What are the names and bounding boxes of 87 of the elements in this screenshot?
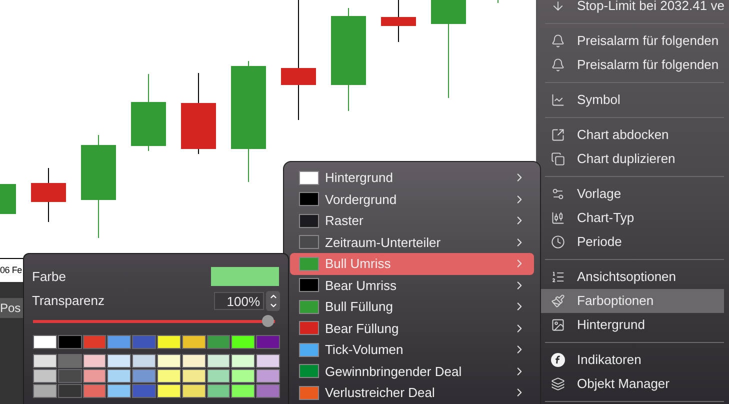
- palette-swatch[interactable]: [82, 384, 106, 398]
- palette-swatch[interactable]: [58, 369, 82, 383]
- palette-swatch[interactable]: [107, 354, 132, 368]
- palette-swatch[interactable]: [206, 354, 230, 368]
- menu-item[interactable]: Chart-Typ: [531, 206, 724, 230]
- palette-swatch[interactable]: [132, 384, 156, 398]
- palette-swatch[interactable]: [82, 335, 106, 349]
- palette-swatch[interactable]: [256, 354, 280, 368]
- transparency-slider[interactable]: [32, 314, 274, 328]
- palette-swatch[interactable]: [182, 369, 206, 383]
- palette-swatch[interactable]: [132, 369, 156, 383]
- palette-swatch[interactable]: [132, 335, 156, 349]
- menu-item[interactable]: Periode: [531, 230, 724, 254]
- panel-header: Pos: [0, 302, 21, 314]
- palette-swatch[interactable]: [231, 335, 256, 349]
- menu-item[interactable]: Vorlage: [531, 182, 724, 206]
- submenu-item[interactable]: Zeitraum-Unterteiler: [290, 232, 534, 253]
- palette-swatch[interactable]: [33, 384, 57, 398]
- palette-swatch[interactable]: [256, 335, 280, 349]
- color-label: Farbe: [32, 268, 66, 286]
- palette-swatch[interactable]: [33, 354, 57, 368]
- submenu-item[interactable]: Raster: [290, 210, 534, 232]
- transparency-label: Transparenz: [32, 292, 104, 310]
- transparency-field[interactable]: 100%: [214, 292, 264, 310]
- menu-item[interactable]: Preisalarm für folgenden: [531, 53, 724, 77]
- palette-swatch[interactable]: [107, 335, 132, 349]
- clock-icon: [551, 235, 565, 249]
- axis-label: 06 Fe: [0, 266, 22, 275]
- menu-item[interactable]: Preisalarm für folgenden: [531, 29, 724, 53]
- palette-swatch[interactable]: [206, 335, 230, 349]
- palette-swatch[interactable]: [156, 335, 181, 349]
- external-link-icon: [551, 128, 565, 142]
- color-preview[interactable]: [211, 267, 279, 286]
- submenu-item[interactable]: Bull Füllung: [290, 296, 534, 318]
- palette-swatch[interactable]: [58, 335, 82, 349]
- palette-swatch[interactable]: [156, 369, 181, 383]
- palette-swatch[interactable]: [33, 369, 57, 383]
- palette-swatch[interactable]: [182, 335, 206, 349]
- submenu-item[interactable]: Verlustreicher Deal: [290, 382, 534, 404]
- paintbrush-icon: [551, 294, 565, 308]
- palette-swatch[interactable]: [82, 354, 106, 368]
- submenu-item[interactable]: Tick-Volumen: [290, 339, 534, 360]
- palette-swatch[interactable]: [256, 384, 280, 398]
- palette-swatch[interactable]: [182, 384, 206, 398]
- list-icon: [551, 270, 565, 284]
- palette-swatch[interactable]: [206, 384, 230, 398]
- menu-item[interactable]: Hintergrund: [531, 313, 724, 337]
- palette-swatch[interactable]: [231, 369, 256, 383]
- palette-swatch[interactable]: [231, 354, 256, 368]
- stepper-icon[interactable]: [266, 291, 280, 311]
- menu-item[interactable]: Chart duplizieren: [531, 147, 724, 171]
- palette-swatch[interactable]: [132, 354, 156, 368]
- submenu-item[interactable]: Bear Umriss: [290, 274, 534, 296]
- copy-icon: [551, 152, 565, 166]
- menu-item[interactable]: Objekt Manager: [531, 372, 724, 396]
- palette-swatch[interactable]: [107, 369, 132, 383]
- submenu-item[interactable]: Bear Füllung: [290, 318, 534, 339]
- palette-swatch[interactable]: [58, 384, 82, 398]
- submenu-item[interactable]: Hintergrund: [290, 167, 534, 188]
- submenu-item[interactable]: Vordergrund: [290, 188, 534, 210]
- bell-icon: [551, 34, 565, 48]
- palette-swatch[interactable]: [231, 384, 256, 398]
- palette-swatch[interactable]: [256, 369, 280, 383]
- candle: [381, 0, 416, 42]
- palette-swatch[interactable]: [156, 354, 181, 368]
- candlestick-icon: [551, 211, 565, 225]
- line-chart-icon: [551, 93, 565, 107]
- image-icon: [551, 318, 565, 332]
- bell-icon: [551, 58, 565, 72]
- menu-item[interactable]: Ansichtsoptionen: [531, 265, 724, 289]
- palette-swatch[interactable]: [182, 354, 206, 368]
- function-icon: [551, 353, 565, 367]
- palette-swatch[interactable]: [58, 354, 82, 368]
- candle: [31, 168, 66, 222]
- palette-swatch[interactable]: [33, 335, 57, 349]
- menu-item[interactable]: Stop-Limit bei 2032.41 ve: [531, 0, 724, 18]
- submenu-item[interactable]: Gewinnbringender Deal: [290, 360, 534, 382]
- palette-swatch[interactable]: [107, 384, 132, 398]
- settings-icon: [551, 187, 565, 201]
- menu-item[interactable]: Chart abdocken: [531, 123, 724, 147]
- layers-icon: [551, 377, 565, 391]
- palette-swatch[interactable]: [82, 369, 106, 383]
- menu-item[interactable]: Indikatoren: [531, 348, 724, 372]
- candle: [0, 184, 16, 214]
- menu-item[interactable]: Symbol: [531, 88, 724, 112]
- palette-swatch[interactable]: [206, 369, 230, 383]
- palette-swatch[interactable]: [156, 384, 181, 398]
